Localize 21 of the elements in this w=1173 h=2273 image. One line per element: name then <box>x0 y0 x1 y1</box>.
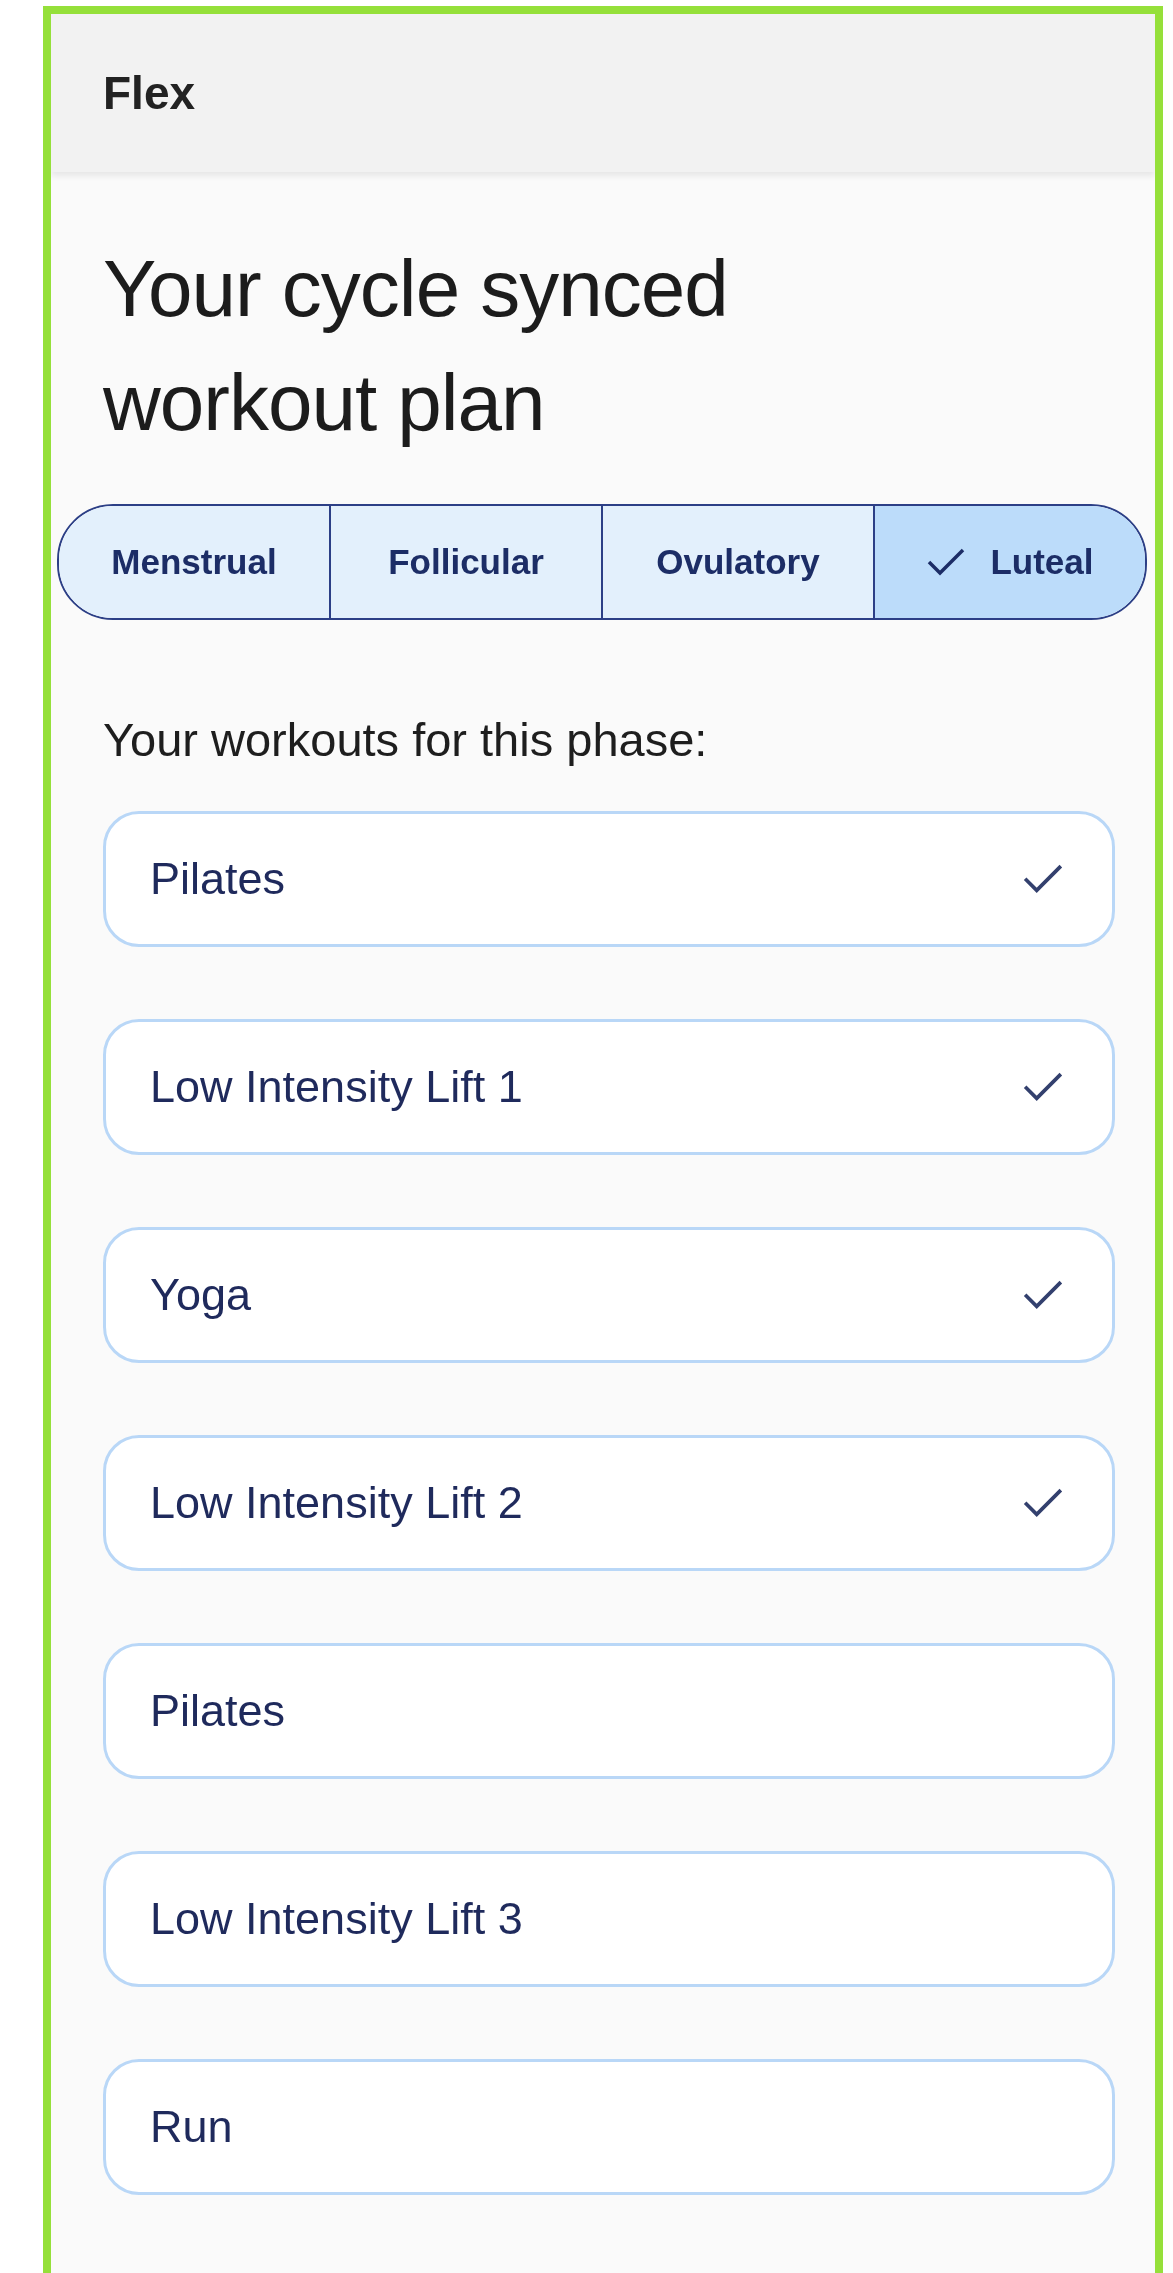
app-title: Flex <box>103 66 196 120</box>
workout-item[interactable]: Run <box>103 2059 1115 2195</box>
workout-item[interactable]: Low Intensity Lift 1 <box>103 1019 1115 1155</box>
workout-item[interactable]: Pilates <box>103 1643 1115 1779</box>
phase-tab[interactable]: Menstrual <box>59 506 329 618</box>
workout-item[interactable]: Low Intensity Lift 2 <box>103 1435 1115 1571</box>
workout-name: Pilates <box>150 1685 286 1737</box>
workout-name: Yoga <box>150 1269 251 1321</box>
workout-item[interactable]: Yoga <box>103 1227 1115 1363</box>
workout-name: Low Intensity Lift 1 <box>150 1061 523 1113</box>
phase-tab[interactable]: Ovulatory <box>601 506 873 618</box>
workout-item[interactable]: Low Intensity Lift 3 <box>103 1851 1115 1987</box>
workout-name: Run <box>150 2101 233 2153</box>
phase-tab[interactable]: Follicular <box>329 506 601 618</box>
workout-name: Low Intensity Lift 3 <box>150 1893 523 1945</box>
workout-name: Low Intensity Lift 2 <box>150 1477 523 1529</box>
section-label: Your workouts for this phase: <box>103 712 709 767</box>
phase-tab[interactable]: Luteal <box>873 506 1145 618</box>
workout-name: Pilates <box>150 853 286 905</box>
workout-item[interactable]: Pilates <box>103 811 1115 947</box>
page-heading: Your cycle synced workout plan <box>103 243 729 449</box>
